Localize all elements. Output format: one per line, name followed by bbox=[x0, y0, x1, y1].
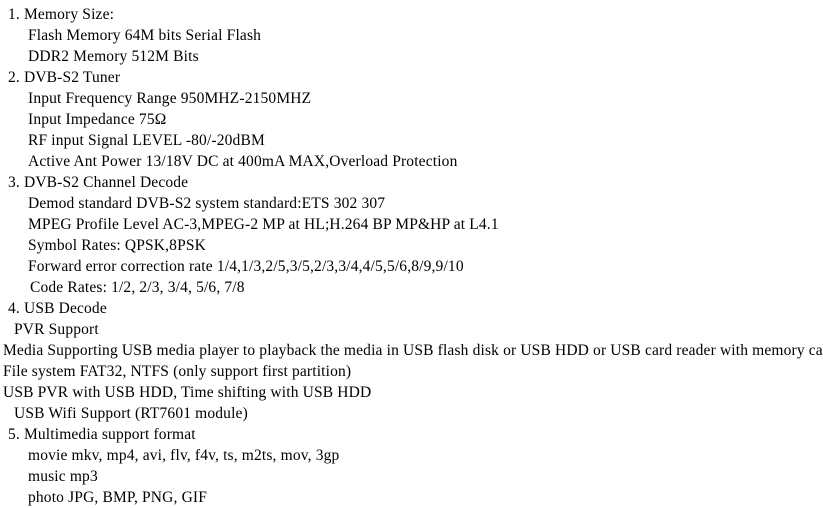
spec-detail-media-supporting: Media Supporting USB media player to pla… bbox=[3, 342, 823, 359]
spec-heading-usb-decode: 4. USB Decode bbox=[8, 300, 107, 317]
spec-detail-pvr-support: PVR Support bbox=[14, 321, 99, 338]
spec-heading-multimedia-support-format: 5. Multimedia support format bbox=[8, 426, 196, 443]
spec-heading-dvb-s2-tuner: 2. DVB-S2 Tuner bbox=[8, 69, 121, 86]
spec-detail-input-impedance: Input Impedance 75Ω bbox=[28, 111, 167, 128]
spec-heading-dvb-s2-channel-decode: 3. DVB-S2 Channel Decode bbox=[8, 174, 189, 191]
spec-detail-usb-pvr: USB PVR with USB HDD, Time shifting with… bbox=[3, 384, 372, 401]
spec-detail-symbol-rates: Symbol Rates: QPSK,8PSK bbox=[28, 237, 206, 254]
spec-detail-photo-formats: photo JPG, BMP, PNG, GIF bbox=[28, 489, 208, 506]
spec-detail-flash-memory: Flash Memory 64M bits Serial Flash bbox=[28, 27, 262, 44]
spec-heading-memory-size: 1. Memory Size: bbox=[8, 6, 115, 23]
spec-detail-ddr2-memory: DDR2 Memory 512M Bits bbox=[28, 48, 199, 65]
spec-detail-music-formats: music mp3 bbox=[28, 468, 98, 485]
spec-detail-file-system: File system FAT32, NTFS (only support fi… bbox=[3, 363, 352, 380]
specification-document: 1. Memory Size: Flash Memory 64M bits Ser… bbox=[0, 0, 823, 508]
spec-detail-movie-formats: movie mkv, mp4, avi, flv, f4v, ts, m2ts,… bbox=[28, 447, 340, 464]
spec-detail-forward-error-correction-rate: Forward error correction rate 1/4,1/3,2/… bbox=[28, 258, 464, 275]
spec-detail-usb-wifi-support: USB Wifi Support (RT7601 module) bbox=[14, 405, 248, 422]
spec-detail-demod-standard: Demod standard DVB-S2 system standard:ET… bbox=[28, 195, 386, 212]
spec-detail-mpeg-profile-level: MPEG Profile Level AC-3,MPEG-2 MP at HL;… bbox=[28, 216, 499, 233]
spec-detail-active-ant-power: Active Ant Power 13/18V DC at 400mA MAX,… bbox=[28, 153, 458, 170]
spec-detail-input-frequency-range: Input Frequency Range 950MHZ-2150MHZ bbox=[28, 90, 312, 107]
spec-detail-rf-input-signal-level: RF input Signal LEVEL -80/-20dBM bbox=[28, 132, 265, 149]
spec-detail-code-rates: Code Rates: 1/2, 2/3, 3/4, 5/6, 7/8 bbox=[30, 279, 245, 296]
